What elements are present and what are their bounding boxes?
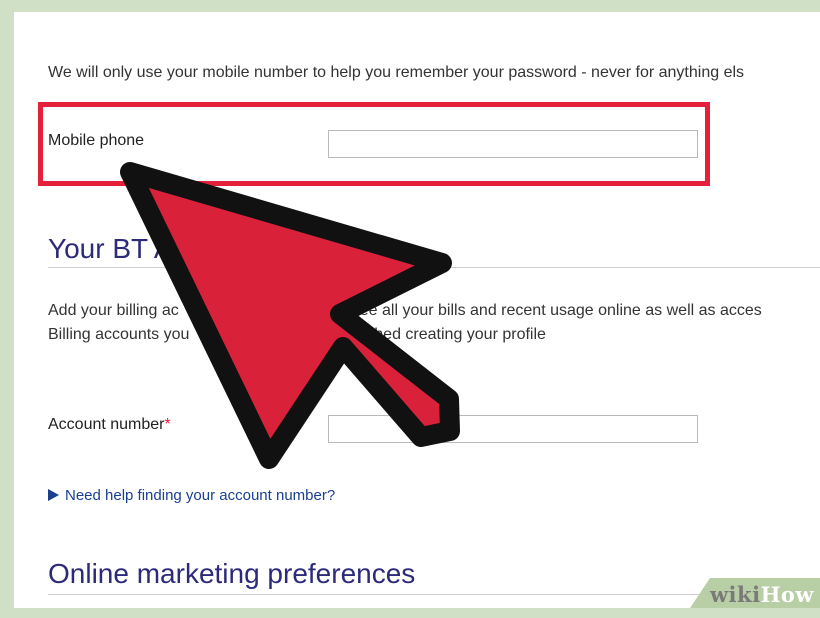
watermark-part-1: wiki [709, 582, 761, 607]
pointer-arrow-icon [120, 162, 460, 469]
page-content: We will only use your mobile number to h… [0, 0, 820, 618]
watermark-part-2: How [760, 582, 814, 607]
wikihow-watermark: wikiHow [710, 582, 814, 607]
